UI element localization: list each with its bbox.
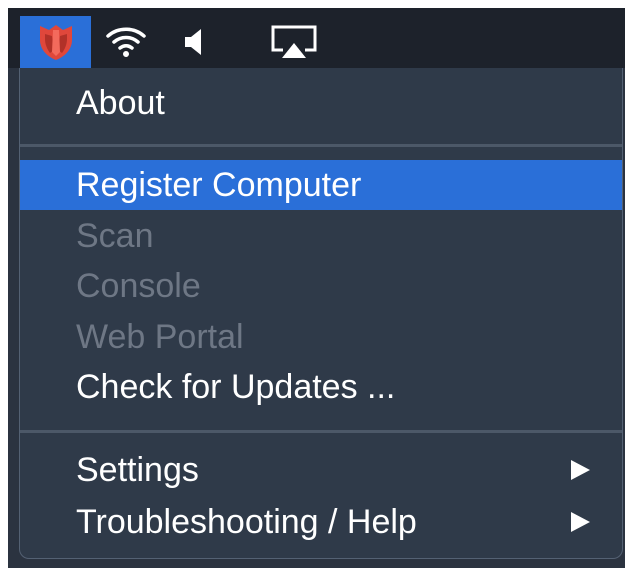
menu-item-label: Register Computer xyxy=(76,166,362,204)
airplay-status-item[interactable] xyxy=(266,16,322,68)
submenu-arrow-icon xyxy=(569,497,591,547)
menu-item-about[interactable]: About xyxy=(20,78,622,128)
screen: About Register Computer Scan Console Web… xyxy=(0,0,625,568)
menu-item-troubleshooting-help[interactable]: Troubleshooting / Help xyxy=(20,497,622,547)
menu-item-check-for-updates[interactable]: Check for Updates ... xyxy=(20,362,622,412)
volume-icon xyxy=(185,29,201,55)
submenu-arrow-icon xyxy=(569,445,591,495)
menu-item-label: About xyxy=(76,84,165,122)
volume-status-item[interactable] xyxy=(176,16,212,68)
menu-separator xyxy=(20,144,622,147)
menu-item-scan: Scan xyxy=(20,211,622,261)
menu-item-label: Console xyxy=(76,267,201,305)
menu-item-label: Web Portal xyxy=(76,318,244,356)
menu-item-label: Settings xyxy=(76,451,199,489)
menu-item-label: Scan xyxy=(76,217,154,255)
wifi-icon xyxy=(106,27,146,57)
dropdown-menu: About Register Computer Scan Console Web… xyxy=(19,68,623,559)
airplay-icon xyxy=(271,25,317,58)
shield-app-icon xyxy=(39,25,72,60)
menu-bar xyxy=(8,8,625,68)
wifi-status-item[interactable] xyxy=(100,16,152,68)
menu-item-register-computer[interactable]: Register Computer xyxy=(20,160,622,210)
menu-item-settings[interactable]: Settings xyxy=(20,445,622,495)
menu-item-web-portal: Web Portal xyxy=(20,312,622,362)
app-status-item[interactable] xyxy=(20,16,91,68)
menu-item-label: Check for Updates ... xyxy=(76,368,396,406)
menu-separator xyxy=(20,430,622,433)
menu-item-label: Troubleshooting / Help xyxy=(76,503,417,541)
menu-item-console: Console xyxy=(20,261,622,311)
